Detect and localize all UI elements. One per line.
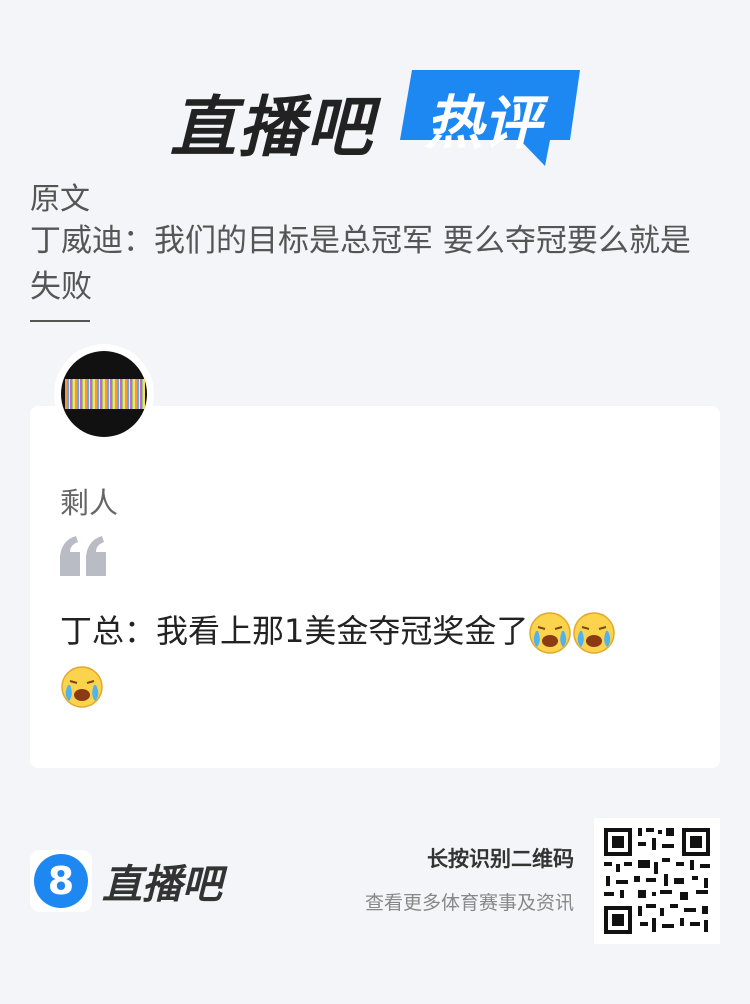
logo-text: 直播吧 (170, 89, 374, 166)
footer-logo-text: 直播吧 (102, 862, 222, 908)
header-logo: 直播吧 热评 (170, 66, 590, 176)
crying-face-icon (61, 666, 103, 708)
qr-subtitle: 查看更多体育赛事及资讯 (364, 892, 574, 914)
avatar[interactable] (54, 344, 154, 444)
article-title[interactable]: 丁威迪：我们的目标是总冠军 要么夺冠要么就是失败 (30, 218, 720, 310)
app-logo-icon: 8 (30, 850, 92, 912)
divider (30, 320, 90, 322)
original-label: 原文 (30, 182, 90, 217)
logo-number: 8 (48, 859, 74, 903)
badge-text: 热评 (425, 89, 542, 157)
crying-face-icon (573, 612, 616, 654)
qr-code-image (594, 818, 720, 944)
comment-text: 丁总：我看上那1美金夺冠奖金了 (60, 612, 529, 650)
username: 剩人 (60, 486, 119, 520)
qr-code[interactable] (594, 818, 720, 944)
crying-face-icon (529, 612, 572, 654)
comment-text-block: 丁总：我看上那1美金夺冠奖金了 (60, 604, 710, 712)
comment-card (30, 406, 720, 768)
quote-mark-icon (60, 536, 106, 576)
qr-title: 长按识别二维码 (427, 847, 574, 871)
avatar-image (61, 351, 147, 437)
